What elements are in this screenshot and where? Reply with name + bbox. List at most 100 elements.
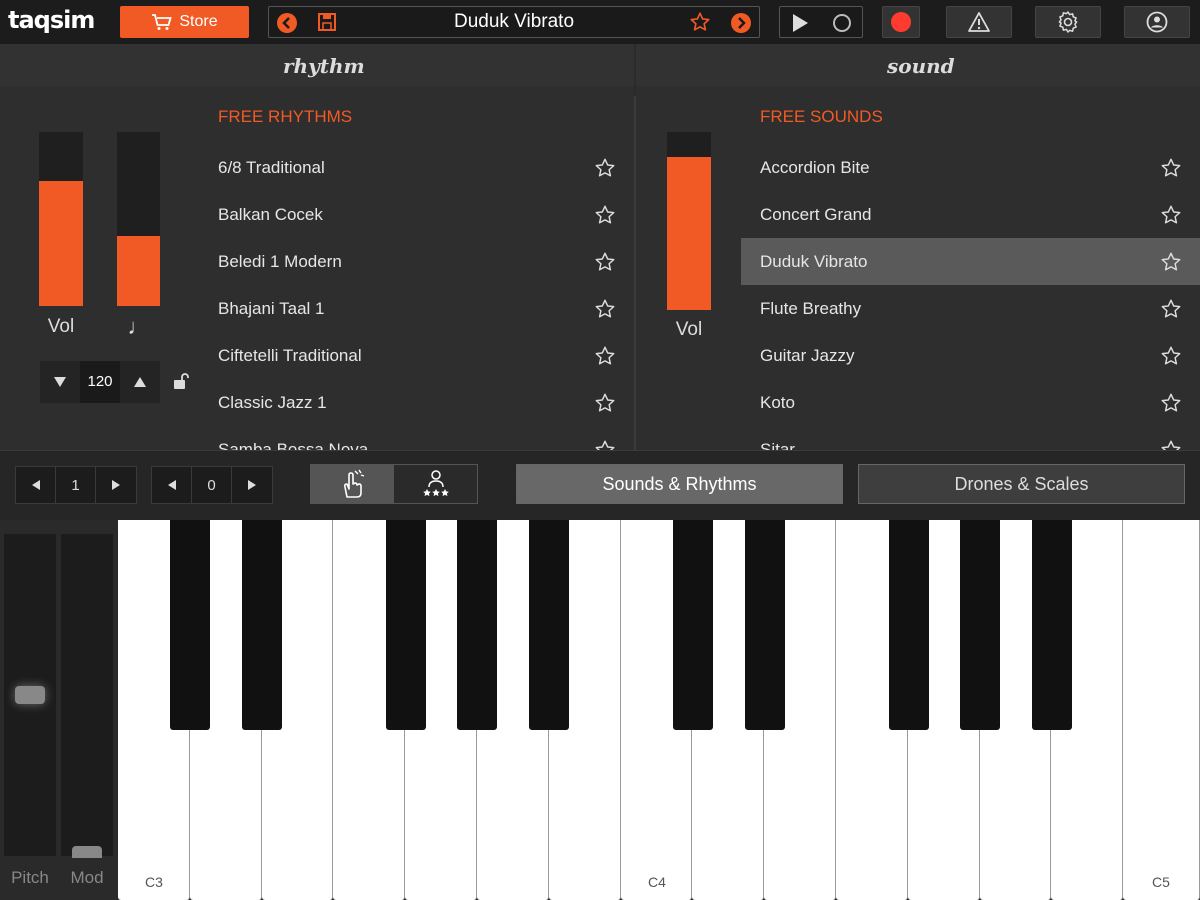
star-icon <box>1161 158 1181 177</box>
play-button[interactable] <box>790 13 810 38</box>
tempo-down-button[interactable] <box>40 361 80 403</box>
white-key[interactable] <box>1123 520 1200 900</box>
gear-icon <box>1058 11 1078 33</box>
rhythm-list-item[interactable]: Balkan Cocek <box>218 191 634 238</box>
favorite-button[interactable] <box>1160 345 1182 367</box>
panic-button[interactable] <box>946 6 1012 38</box>
sound-item-label: Flute Breathy <box>760 298 862 318</box>
unlock-icon <box>174 373 189 389</box>
store-button[interactable]: Store <box>120 6 249 38</box>
sound-list-item[interactable]: Sitar <box>741 426 1200 450</box>
tempo-lock-button[interactable] <box>172 372 190 395</box>
black-key[interactable] <box>529 520 569 730</box>
preset-name[interactable]: Duduk Vibrato <box>269 11 759 33</box>
triangle-left-icon <box>31 480 40 490</box>
performer-mode-button[interactable] <box>394 465 477 503</box>
rhythm-volume-slider[interactable] <box>39 132 83 306</box>
next-preset-button[interactable] <box>731 13 751 33</box>
sound-volume-slider[interactable] <box>667 132 711 310</box>
favorite-button[interactable] <box>1160 251 1182 273</box>
octave-down-button[interactable] <box>16 467 56 503</box>
star-icon <box>1161 299 1181 318</box>
sound-item-label: Koto <box>760 392 795 412</box>
favorite-button[interactable] <box>594 345 616 367</box>
triangle-down-icon <box>54 377 66 387</box>
rhythm-tempo-slider[interactable] <box>117 132 160 306</box>
triangle-up-icon <box>134 377 146 387</box>
star-icon <box>595 393 615 412</box>
rhythm-item-label: Classic Jazz 1 <box>218 392 327 412</box>
loop-button[interactable] <box>832 13 852 38</box>
pitch-wheel[interactable] <box>4 534 56 856</box>
settings-button[interactable] <box>1035 6 1101 38</box>
sound-list-item[interactable]: Duduk Vibrato <box>741 238 1200 285</box>
favorite-button[interactable] <box>594 251 616 273</box>
preset-selector: Duduk Vibrato <box>268 6 760 38</box>
play-mode-toggle <box>310 464 478 504</box>
app-logo: taqsim <box>8 6 95 34</box>
black-key[interactable] <box>673 520 713 730</box>
account-button[interactable] <box>1124 6 1190 38</box>
sound-list-item[interactable]: Flute Breathy <box>741 285 1200 332</box>
black-key[interactable] <box>242 520 282 730</box>
key-octave-label: C4 <box>648 874 666 890</box>
user-icon <box>1146 11 1168 33</box>
favorite-button[interactable] <box>594 392 616 414</box>
favorite-button[interactable] <box>594 204 616 226</box>
transpose-up-button[interactable] <box>232 467 272 503</box>
rhythm-list-item[interactable]: Samba Bossa Nova <box>218 426 634 450</box>
key-octave-label: C5 <box>1152 874 1170 890</box>
favorite-preset-button[interactable] <box>689 11 711 38</box>
rhythm-list-item[interactable]: Classic Jazz 1 <box>218 379 634 426</box>
favorite-button[interactable] <box>1160 157 1182 179</box>
black-key[interactable] <box>1032 520 1072 730</box>
favorite-button[interactable] <box>1160 204 1182 226</box>
sound-list-item[interactable]: Guitar Jazzy <box>741 332 1200 379</box>
tab-sounds-rhythms[interactable]: Sounds & Rhythms <box>516 464 843 504</box>
mod-wheel[interactable] <box>61 534 113 858</box>
sound-list-item[interactable]: Concert Grand <box>741 191 1200 238</box>
black-key[interactable] <box>889 520 929 730</box>
gesture-mode-button[interactable] <box>311 465 394 503</box>
tempo-up-button[interactable] <box>120 361 160 403</box>
cart-icon <box>152 14 173 30</box>
favorite-button[interactable] <box>594 157 616 179</box>
record-icon <box>891 12 911 32</box>
transpose-stepper: 0 <box>151 466 273 504</box>
rhythm-list-item[interactable]: Bhajani Taal 1 <box>218 285 634 332</box>
triangle-right-icon <box>112 480 120 490</box>
sound-item-label: Sitar <box>760 439 795 451</box>
hand-touch-icon <box>343 469 364 498</box>
octave-up-button[interactable] <box>96 467 136 503</box>
transpose-down-button[interactable] <box>152 467 192 503</box>
rhythm-item-label: Balkan Cocek <box>218 204 323 224</box>
sound-title: sound <box>887 54 955 78</box>
favorite-button[interactable] <box>594 439 616 450</box>
rhythm-list-item[interactable]: 6/8 Traditional <box>218 144 634 191</box>
favorite-button[interactable] <box>594 298 616 320</box>
circle-icon <box>833 14 851 32</box>
rhythm-list-item[interactable]: Beledi 1 Modern <box>218 238 634 285</box>
black-key[interactable] <box>960 520 1000 730</box>
record-button[interactable] <box>882 6 920 38</box>
tempo-value[interactable]: 120 <box>80 361 120 403</box>
black-key[interactable] <box>457 520 497 730</box>
favorite-button[interactable] <box>1160 392 1182 414</box>
sound-list-item[interactable]: Accordion Bite <box>741 144 1200 191</box>
star-icon <box>1161 252 1181 271</box>
sound-list-item[interactable]: Koto <box>741 379 1200 426</box>
star-icon <box>595 205 615 224</box>
mod-wheel-handle[interactable] <box>72 846 102 858</box>
black-key[interactable] <box>170 520 210 730</box>
sound-panel: Vol FREE SOUNDS Accordion Bite Concert Gr… <box>636 86 1200 450</box>
favorite-button[interactable] <box>1160 298 1182 320</box>
chevron-right-icon <box>738 17 746 29</box>
star-icon <box>595 299 615 318</box>
black-key[interactable] <box>745 520 785 730</box>
tab-drones-scales[interactable]: Drones & Scales <box>858 464 1185 504</box>
favorite-button[interactable] <box>1160 439 1182 450</box>
rhythm-list-item[interactable]: Ciftetelli Traditional <box>218 332 634 379</box>
pitch-wheel-handle[interactable] <box>15 686 45 704</box>
black-key[interactable] <box>386 520 426 730</box>
sound-item-label: Accordion Bite <box>760 157 870 177</box>
